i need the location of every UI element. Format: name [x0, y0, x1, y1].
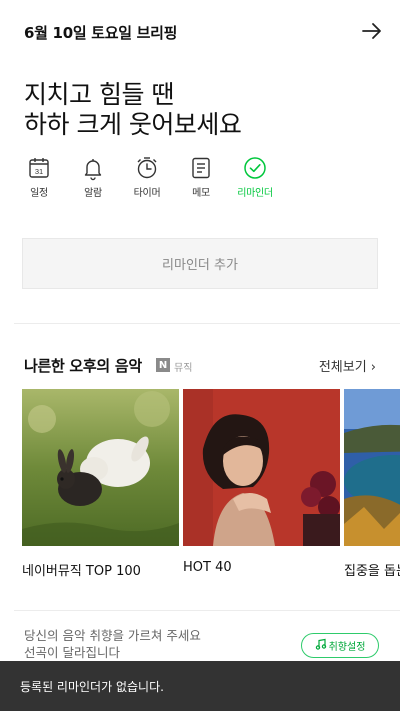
view-all-link[interactable]: 전체보기 ›	[319, 356, 376, 375]
music-section-title: 나른한 오후의 음악	[24, 357, 142, 375]
chevron-right-icon: ›	[370, 360, 376, 375]
playlist-title: 네이버뮤직 TOP 100	[22, 564, 141, 579]
briefing-title: 6월 10일 토요일 브리핑	[24, 24, 178, 42]
tool-tabs: 31 일정 알람 타이머 메모 리마인더	[12, 155, 282, 199]
add-reminder-button[interactable]: 리마인더 추가	[22, 238, 378, 289]
tab-reminder[interactable]: 리마인더	[228, 155, 282, 199]
tab-label: 타이머	[133, 188, 161, 199]
greeting-line-1: 지치고 힘들 땐	[24, 80, 174, 109]
taste-settings-label: 취향설정	[328, 642, 366, 653]
playlist-carousel[interactable]: 네이버뮤직 TOP 100 HOT 40 집중을 돕	[22, 389, 400, 589]
tab-label: 일정	[30, 188, 48, 199]
tab-label: 알람	[84, 188, 102, 199]
taste-settings-button[interactable]: 취향설정	[301, 633, 379, 658]
toast-text: 등록된 리마인더가 없습니다.	[20, 679, 164, 694]
music-source-label: 뮤직	[174, 363, 193, 374]
check-circle-icon	[242, 155, 268, 181]
bell-icon	[80, 155, 106, 181]
playlist-title: HOT 40	[183, 560, 232, 575]
playlist-title: 집중을 돕는	[344, 564, 400, 579]
playlist-card[interactable]: HOT 40	[183, 389, 340, 575]
naver-music-badge: N	[156, 358, 170, 372]
playlist-card[interactable]: 집중을 돕는	[344, 389, 400, 579]
taste-prompt-line-2: 선곡이 달라집니다	[24, 645, 120, 660]
section-divider	[14, 323, 400, 324]
tab-label: 리마인더	[237, 188, 273, 199]
lake-photo	[344, 389, 400, 546]
taste-prompt: 당신의 음악 취향을 가르쳐 주세요 선곡이 달라집니다	[24, 627, 201, 661]
greeting-message: 지치고 힘들 땐 하하 크게 웃어보세요	[24, 80, 242, 140]
calendar-icon: 31	[26, 155, 52, 181]
view-all-label: 전체보기	[318, 360, 367, 375]
toast-message: 등록된 리마인더가 없습니다.	[0, 661, 400, 711]
tab-timer[interactable]: 타이머	[120, 155, 174, 199]
arrow-right-icon[interactable]	[360, 19, 384, 43]
timer-icon	[134, 155, 160, 181]
tab-alarm[interactable]: 알람	[66, 155, 120, 199]
greeting-line-2: 하하 크게 웃어보세요	[24, 110, 242, 139]
tab-label: 메모	[192, 188, 210, 199]
section-divider	[14, 610, 400, 611]
rabbit-photo	[22, 389, 179, 546]
music-note-icon	[315, 638, 327, 653]
calendar-day-number: 31	[35, 167, 43, 176]
playlist-card[interactable]: 네이버뮤직 TOP 100	[22, 389, 179, 579]
tab-memo[interactable]: 메모	[174, 155, 228, 199]
taste-prompt-line-1: 당신의 음악 취향을 가르쳐 주세요	[24, 628, 201, 643]
tab-schedule[interactable]: 31 일정	[12, 155, 66, 199]
memo-icon	[188, 155, 214, 181]
portrait-photo	[183, 389, 340, 546]
briefing-header: 6월 10일 토요일 브리핑	[0, 0, 400, 64]
